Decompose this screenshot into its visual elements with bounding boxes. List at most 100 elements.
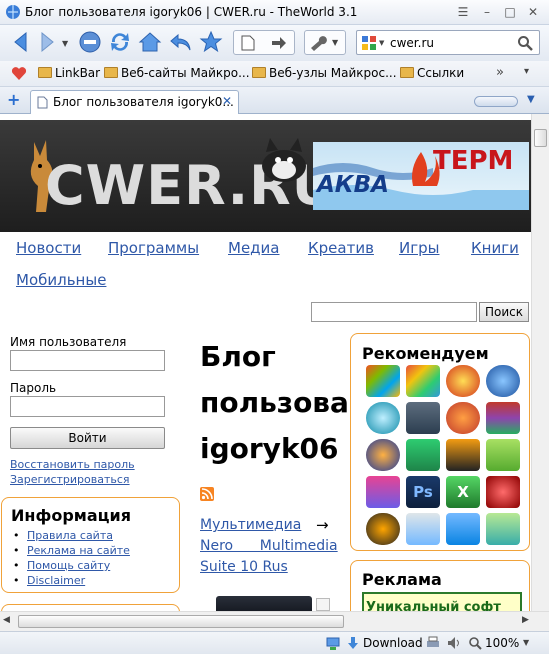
nav-media[interactable]: Медиа (228, 239, 279, 257)
new-page-icon[interactable] (239, 34, 257, 52)
page-icon (37, 96, 48, 109)
nav-creative[interactable]: Креатив (308, 239, 374, 257)
password-field[interactable] (10, 396, 165, 417)
wizard-app-icon[interactable] (406, 402, 440, 434)
info-link-help[interactable]: Помощь сайту (13, 559, 110, 572)
scroll-left-icon[interactable]: ◀ (3, 615, 10, 625)
favorite-microsoft-web-nodes[interactable]: Веб-узлы Майкрос... (252, 66, 397, 80)
film-app-icon[interactable] (446, 513, 480, 545)
floppy-app-icon[interactable] (366, 476, 400, 508)
heart-icon[interactable] (11, 66, 27, 81)
x-app-icon[interactable] (406, 513, 440, 545)
tab-scroll-slider[interactable] (474, 96, 518, 107)
media-player-app-icon[interactable] (486, 476, 520, 508)
forward-icon[interactable] (34, 29, 60, 55)
tab-close-icon[interactable]: ✕ (222, 94, 232, 108)
banner-therm-text: ТЕРМ (433, 146, 514, 176)
nero-app-icon[interactable] (446, 365, 480, 397)
aquatherm-banner[interactable]: АКВА ТЕРМ (313, 142, 529, 210)
close-button[interactable]: ✕ (526, 5, 540, 19)
nav-games[interactable]: Игры (399, 239, 439, 257)
vertical-scroll-thumb[interactable] (534, 129, 547, 147)
info-link-disclaimer[interactable]: Disclaimer (13, 574, 85, 587)
favbar-menu-icon[interactable]: ▾ (524, 66, 529, 77)
register-link[interactable]: Зарегистрироваться (10, 473, 130, 486)
download-label[interactable]: Download (363, 636, 423, 650)
nav-news[interactable]: Новости (16, 239, 81, 257)
post-category-link[interactable]: Мультимедиа (200, 517, 301, 533)
username-field[interactable] (10, 350, 165, 371)
ccleaner-app-icon[interactable] (446, 402, 480, 434)
info-link-advertising[interactable]: Реклама на сайте (13, 544, 130, 557)
search-icon[interactable] (517, 35, 533, 51)
zoom-dropdown-icon[interactable]: ▼ (523, 638, 529, 647)
more-favorites-icon[interactable]: » (496, 65, 504, 80)
folder-icon (104, 67, 118, 78)
folder-icon (400, 67, 414, 78)
address-bar[interactable]: ▼ cwer.ru (356, 30, 540, 55)
home-icon[interactable] (137, 29, 163, 55)
globe-app-icon[interactable] (486, 365, 520, 397)
clock-app-icon[interactable] (366, 402, 400, 434)
minimize-button[interactable]: – (480, 5, 494, 19)
batman-app-icon[interactable] (446, 439, 480, 471)
site-search-input[interactable] (311, 302, 477, 322)
office-app-icon[interactable] (406, 365, 440, 397)
restore-password-link[interactable]: Восстановить пароль (10, 458, 135, 471)
undo-close-icon[interactable] (168, 29, 194, 55)
firefox-app-icon[interactable] (366, 439, 400, 471)
rss-icon[interactable] (200, 487, 214, 501)
search-engine-icon[interactable] (361, 35, 377, 51)
money-app-icon[interactable] (486, 513, 520, 545)
favorite-links[interactable]: Ссылки (400, 66, 464, 80)
site-search-button[interactable]: Поиск (479, 302, 529, 322)
network-icon[interactable] (325, 636, 341, 651)
info-title: Информация (11, 506, 131, 525)
winrar-app-icon[interactable] (486, 402, 520, 434)
tools-menu-button[interactable]: ▼ (304, 30, 346, 55)
horizontal-scroll-thumb[interactable] (18, 615, 344, 628)
bottle-app-icon[interactable] (486, 439, 520, 471)
menu-icon[interactable]: ☰ (456, 5, 470, 19)
nav-programs[interactable]: Программы (108, 239, 199, 257)
favorites-bar: LinkBar Веб-сайты Майкро... Веб-узлы Май… (0, 61, 549, 87)
horizontal-scrollbar[interactable]: ◀ ▶ (0, 611, 549, 631)
engine-dropdown-icon[interactable]: ▼ (379, 39, 384, 47)
window-title: Блог пользователя igoryk06 | CWER.ru - T… (25, 5, 358, 19)
vlc-app-icon[interactable] (366, 513, 400, 545)
icq-app-icon[interactable] (406, 439, 440, 471)
zoom-icon[interactable] (468, 636, 482, 650)
post-title-line1[interactable]: Nero Multimedia (200, 538, 338, 554)
zoom-level[interactable]: 100% (485, 636, 519, 650)
post-title-line2[interactable]: Suite 10 Rus (200, 559, 288, 575)
favorite-linkbar[interactable]: LinkBar (38, 66, 100, 80)
tab-bar: + Блог пользователя igoryk0... ✕ ▼ (0, 87, 549, 114)
excel-app-icon[interactable]: X (446, 476, 480, 508)
username-label: Имя пользователя (10, 335, 127, 349)
tab-active[interactable]: Блог пользователя igoryk0... ✕ (30, 90, 239, 114)
scroll-right-icon[interactable]: ▶ (522, 615, 529, 625)
password-label: Пароль (10, 381, 57, 395)
vertical-scrollbar[interactable] (531, 114, 549, 611)
stop-icon[interactable] (77, 29, 103, 55)
windows-app-icon[interactable] (366, 365, 400, 397)
back-icon[interactable] (8, 29, 34, 55)
maximize-button[interactable]: □ (503, 5, 517, 19)
favorite-microsoft-sites[interactable]: Веб-сайты Майкро... (104, 66, 250, 80)
photoshop-app-icon[interactable]: Ps (406, 476, 440, 508)
refresh-icon[interactable] (107, 29, 133, 55)
new-tab-plus-icon[interactable]: + (7, 90, 20, 109)
volume-icon[interactable] (446, 636, 462, 650)
printer-icon[interactable] (425, 636, 441, 650)
nav-books[interactable]: Книги (471, 239, 519, 257)
login-button[interactable]: Войти (10, 427, 165, 449)
inner-scroll-up[interactable] (316, 598, 330, 611)
info-link-rules[interactable]: Правила сайта (13, 529, 113, 542)
status-bar: Download 100% ▼ (0, 631, 549, 654)
history-dropdown-icon[interactable]: ▼ (62, 39, 68, 48)
tab-list-icon[interactable]: ▼ (527, 94, 535, 105)
favorites-star-icon[interactable] (198, 29, 224, 55)
go-arrow-icon[interactable] (270, 34, 288, 52)
nav-mobile[interactable]: Мобильные (16, 271, 106, 289)
ad-banner[interactable]: Уникальный софт (362, 592, 522, 611)
